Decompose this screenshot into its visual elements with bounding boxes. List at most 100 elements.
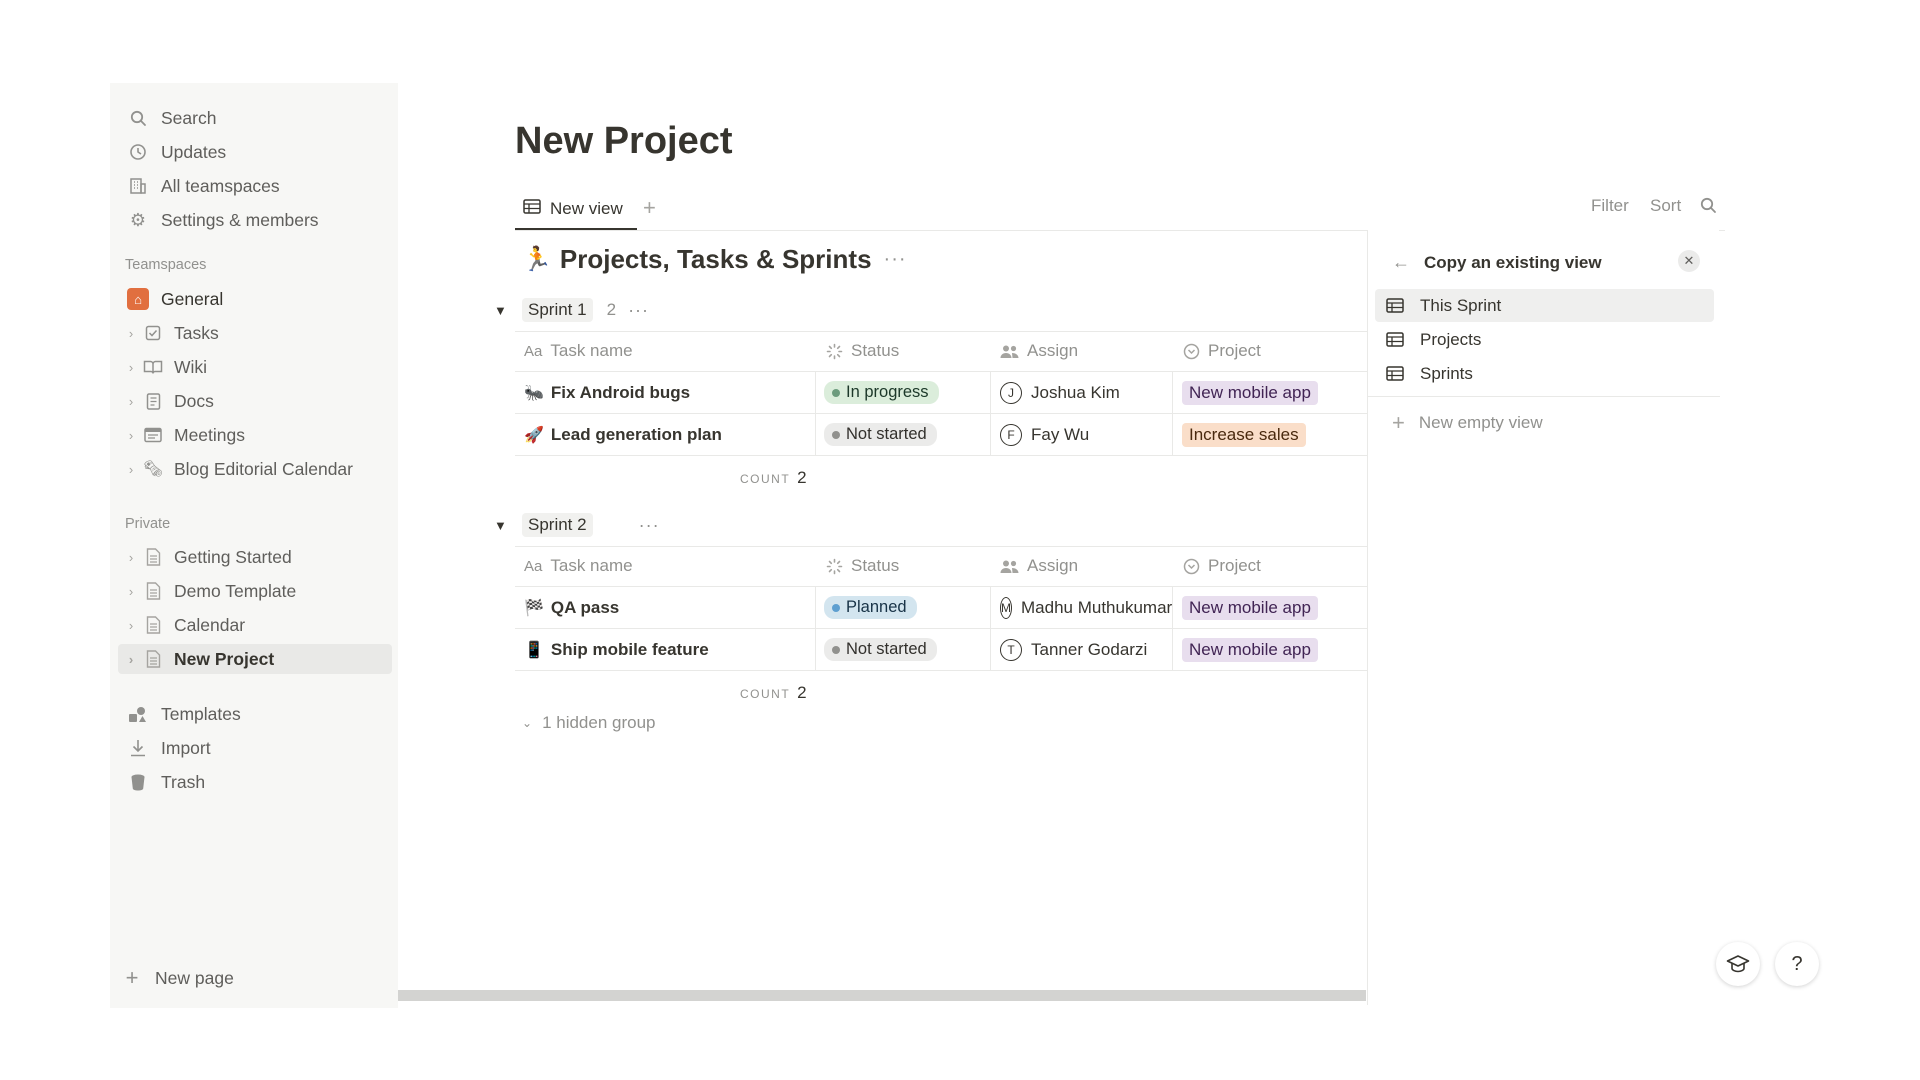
- task-name: QA pass: [550, 597, 620, 617]
- chevron-right-icon[interactable]: ›: [125, 652, 137, 667]
- view-option-projects[interactable]: Projects: [1375, 323, 1714, 356]
- back-arrow-icon[interactable]: ←: [1392, 252, 1410, 273]
- table-row[interactable]: 📱 Ship mobile feature: [524, 629, 814, 670]
- view-option-sprints[interactable]: Sprints: [1375, 357, 1714, 390]
- group-count-footer[interactable]: COUNT 2: [740, 468, 807, 488]
- project-tag: Increase sales: [1182, 422, 1306, 447]
- new-empty-view-label: New empty view: [1418, 413, 1543, 432]
- copy-view-panel: ← Copy an existing view ✕ This Sprint Pr…: [1367, 230, 1720, 1005]
- chevron-right-icon[interactable]: ›: [125, 618, 137, 633]
- more-icon[interactable]: ···: [639, 515, 660, 536]
- table-row[interactable]: 🐜 Fix Android bugs: [524, 372, 814, 413]
- sidebar-item-new-project[interactable]: › New Project: [118, 644, 392, 674]
- count-value: 2: [797, 468, 807, 487]
- sidebar-item-getting-started[interactable]: › Getting Started: [118, 542, 392, 572]
- sidebar-item-blog-editorial-calendar[interactable]: › 🗞 Blog Editorial Calendar: [118, 454, 392, 484]
- sidebar-item-trash[interactable]: Trash: [118, 767, 392, 797]
- assign-cell[interactable]: J Joshua Kim: [1000, 372, 1172, 413]
- project-cell[interactable]: New mobile app: [1182, 587, 1367, 628]
- sidebar-item-label: All teamspaces: [161, 175, 280, 196]
- chevron-right-icon[interactable]: ›: [125, 326, 137, 341]
- plus-icon: +: [1392, 410, 1405, 435]
- database-title-text[interactable]: Projects, Tasks & Sprints: [560, 244, 872, 275]
- relation-icon: [1183, 343, 1200, 360]
- assignee-name: Joshua Kim: [1031, 382, 1120, 402]
- toggle-triangle-icon[interactable]: ▼: [494, 303, 508, 318]
- tab-new-view[interactable]: New view: [515, 190, 637, 230]
- column-divider: [815, 372, 816, 455]
- view-option-label: This Sprint: [1420, 295, 1502, 315]
- chevron-right-icon[interactable]: ›: [125, 584, 137, 599]
- more-icon[interactable]: ···: [884, 248, 907, 271]
- chevron-right-icon[interactable]: ›: [125, 394, 137, 409]
- sort-button[interactable]: Sort: [1650, 196, 1681, 216]
- help-button[interactable]: ?: [1775, 942, 1819, 986]
- status-dot: [832, 388, 840, 397]
- table-row[interactable]: 🚀 Lead generation plan: [524, 414, 814, 455]
- group-label[interactable]: Sprint 2: [522, 513, 593, 537]
- column-header-status[interactable]: Status: [826, 331, 899, 371]
- sidebar-item-settings[interactable]: ⚙ Settings & members: [118, 205, 392, 235]
- people-icon: [1000, 559, 1019, 574]
- sidebar-item-meetings[interactable]: › Meetings: [118, 420, 392, 450]
- more-icon[interactable]: ···: [628, 300, 649, 321]
- toggle-triangle-icon[interactable]: ▼: [494, 518, 508, 533]
- chevron-right-icon[interactable]: ›: [125, 428, 137, 443]
- sidebar-item-updates[interactable]: Updates: [118, 137, 392, 167]
- close-icon[interactable]: ✕: [1678, 250, 1700, 272]
- view-option-this-sprint[interactable]: This Sprint: [1375, 289, 1714, 322]
- sidebar-item-label: Import: [161, 737, 211, 758]
- sidebar-item-templates[interactable]: Templates: [118, 699, 392, 729]
- search-icon[interactable]: [1700, 197, 1717, 219]
- column-header-project[interactable]: Project: [1183, 546, 1261, 586]
- sidebar-item-demo-template[interactable]: › Demo Template: [118, 576, 392, 606]
- status-cell[interactable]: Planned: [824, 587, 917, 628]
- chevron-right-icon[interactable]: ›: [125, 550, 137, 565]
- chevron-right-icon[interactable]: ›: [125, 360, 137, 375]
- project-cell[interactable]: New mobile app: [1182, 372, 1367, 413]
- row-border: [515, 455, 1367, 456]
- graduation-cap-icon[interactable]: [1716, 942, 1760, 986]
- status-cell[interactable]: Not started: [824, 629, 937, 670]
- status-cell[interactable]: Not started: [824, 414, 937, 455]
- status-cell[interactable]: In progress: [824, 372, 939, 413]
- new-empty-view-button[interactable]: + New empty view: [1392, 410, 1543, 436]
- table-row[interactable]: 🏁 QA pass: [524, 587, 814, 628]
- assignee-name: Fay Wu: [1031, 424, 1090, 444]
- column-label: Status: [851, 341, 900, 360]
- sidebar-item-tasks[interactable]: › Tasks: [118, 318, 392, 348]
- sidebar-item-all-teamspaces[interactable]: All teamspaces: [118, 171, 392, 201]
- avatar: J: [1000, 381, 1022, 404]
- sidebar-item-calendar[interactable]: › Calendar: [118, 610, 392, 640]
- sidebar-item-general[interactable]: ⌂ General: [118, 284, 392, 314]
- new-page-button[interactable]: + New page: [118, 963, 392, 993]
- running-icon: 🏃: [522, 246, 552, 273]
- group-label[interactable]: Sprint 1: [522, 298, 593, 322]
- project-cell[interactable]: New mobile app: [1182, 629, 1367, 670]
- chevron-right-icon[interactable]: ›: [125, 462, 137, 477]
- sidebar-item-label: General: [161, 288, 224, 309]
- assign-cell[interactable]: M Madhu Muthukumar: [1000, 587, 1172, 628]
- hidden-group-toggle[interactable]: ⌄ 1 hidden group: [522, 713, 656, 733]
- sidebar-item-docs[interactable]: › Docs: [118, 386, 392, 416]
- assign-cell[interactable]: F Fay Wu: [1000, 414, 1172, 455]
- sidebar-item-wiki[interactable]: › Wiki: [118, 352, 392, 382]
- hidden-group-label: 1 hidden group: [542, 713, 656, 732]
- column-header-assign[interactable]: Assign: [1000, 331, 1078, 371]
- horizontal-scrollbar[interactable]: [398, 990, 1366, 1001]
- group-count: 2: [606, 300, 617, 319]
- assign-cell[interactable]: T Tanner Godarzi: [1000, 629, 1172, 670]
- column-header-assign[interactable]: Assign: [1000, 546, 1078, 586]
- sidebar-item-import[interactable]: Import: [118, 733, 392, 763]
- group-count-footer[interactable]: COUNT 2: [740, 683, 807, 703]
- sidebar-item-search[interactable]: Search: [118, 103, 392, 133]
- column-header-task-name[interactable]: Aa Task name: [524, 331, 633, 371]
- project-tag: New mobile app: [1182, 595, 1318, 620]
- clock-icon: [126, 140, 150, 164]
- column-header-project[interactable]: Project: [1183, 331, 1261, 371]
- filter-button[interactable]: Filter: [1591, 196, 1629, 216]
- project-cell[interactable]: Increase sales: [1182, 414, 1367, 455]
- column-header-task-name[interactable]: Aa Task name: [524, 546, 633, 586]
- add-view-button[interactable]: +: [643, 195, 656, 221]
- column-header-status[interactable]: Status: [826, 546, 899, 586]
